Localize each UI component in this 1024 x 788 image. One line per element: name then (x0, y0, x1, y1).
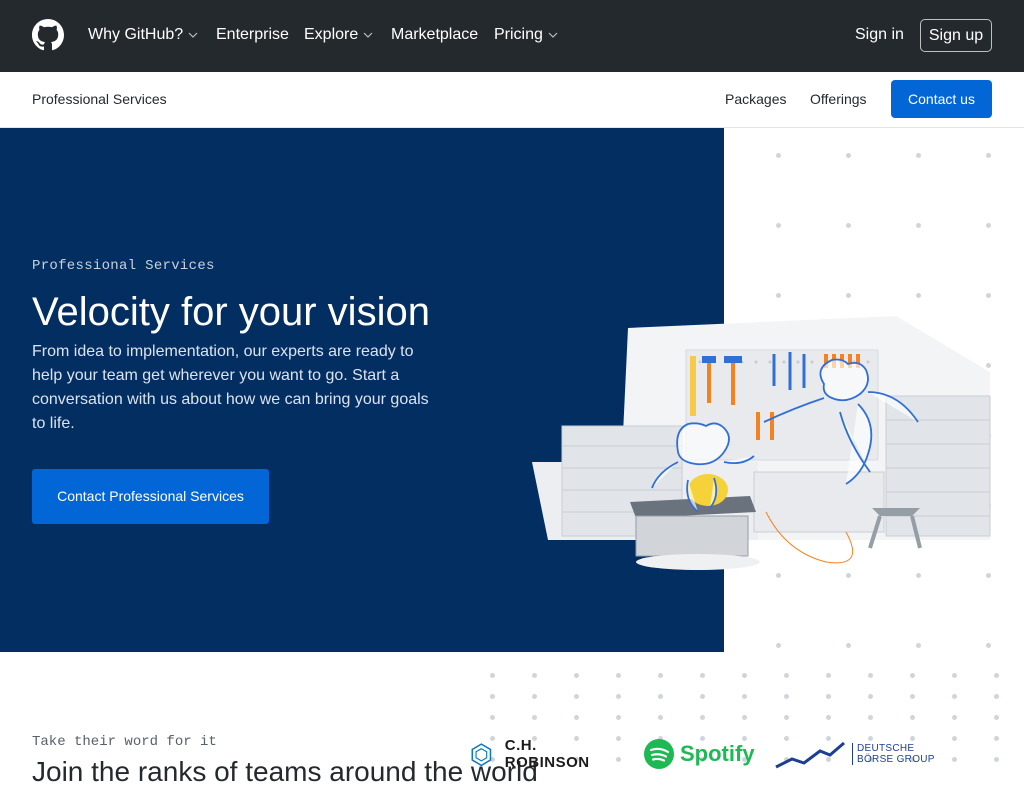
pattern-dot (826, 673, 831, 678)
pattern-dot (994, 673, 999, 678)
pattern-dot (846, 643, 851, 648)
pattern-dot (784, 673, 789, 678)
pattern-dot (952, 673, 957, 678)
nav-why-github[interactable]: Why GitHub? (88, 25, 199, 45)
hero-title: Velocity for your vision (32, 290, 430, 334)
pattern-dot (532, 694, 537, 699)
pattern-dot (490, 694, 495, 699)
pattern-dot (658, 694, 663, 699)
deutsche-borse-logo: DEUTSCHE BÖRSE GROUP (774, 738, 948, 770)
pattern-dot (574, 715, 579, 720)
contact-professional-services-button[interactable]: Contact Professional Services (32, 469, 269, 524)
pattern-dot (574, 673, 579, 678)
nav-explore[interactable]: Explore (304, 25, 374, 45)
pattern-dot (700, 715, 705, 720)
workshop-illustration (532, 316, 991, 570)
pattern-dot (994, 736, 999, 741)
ch-robinson-name: C.H. ROBINSON (504, 737, 590, 771)
pattern-dot (826, 694, 831, 699)
pattern-dot (532, 673, 537, 678)
pattern-dot (776, 293, 781, 298)
pattern-dot (986, 153, 991, 158)
deutsche-borse-mark-icon (775, 741, 845, 769)
hero-eyebrow: Professional Services (32, 258, 215, 274)
pattern-dot (952, 757, 957, 762)
pattern-dot (952, 694, 957, 699)
pattern-dot (784, 715, 789, 720)
subnav-offerings-link[interactable]: Offerings (810, 91, 867, 107)
nav-why-github-label: Why GitHub? (88, 26, 184, 43)
pattern-dot (616, 715, 621, 720)
nav-explore-label: Explore (304, 26, 359, 43)
pattern-dot (910, 673, 915, 678)
pattern-dot (846, 153, 851, 158)
hero-description: From idea to implementation, our experts… (32, 343, 429, 432)
pattern-dot (994, 757, 999, 762)
pattern-dot (986, 643, 991, 648)
pattern-dot (490, 715, 495, 720)
pattern-dot (776, 223, 781, 228)
pattern-dot (952, 736, 957, 741)
pattern-dot (868, 715, 873, 720)
pattern-dot (784, 694, 789, 699)
nav-marketplace[interactable]: Marketplace (391, 25, 478, 45)
pattern-dot (994, 715, 999, 720)
nav-pricing-label: Pricing (494, 26, 543, 43)
pattern-dot (658, 715, 663, 720)
pattern-dot (868, 673, 873, 678)
nav-enterprise-label: Enterprise (216, 26, 289, 43)
pattern-dot (846, 293, 851, 298)
pattern-dot (868, 694, 873, 699)
testimonials-eyebrow: Take their word for it (32, 734, 217, 750)
deutsche-borse-name: DEUTSCHE BÖRSE GROUP (857, 743, 935, 765)
pattern-dot (616, 736, 621, 741)
chevron-down-icon (548, 32, 558, 38)
spotify-mark-icon (644, 739, 674, 769)
pattern-dot (916, 153, 921, 158)
sub-navigation: Professional Services Packages Offerings… (0, 72, 1024, 128)
pattern-dot (616, 694, 621, 699)
pattern-dot (910, 694, 915, 699)
pattern-dot (742, 673, 747, 678)
subnav-packages-link[interactable]: Packages (725, 91, 786, 107)
sign-up-button[interactable]: Sign up (920, 19, 992, 52)
pattern-dot (616, 757, 621, 762)
pattern-dot (916, 643, 921, 648)
pattern-dot (986, 223, 991, 228)
spotify-logo: Spotify (644, 738, 755, 770)
pattern-dot (776, 153, 781, 158)
pattern-dot (910, 715, 915, 720)
pattern-dot (658, 673, 663, 678)
pattern-dot (700, 673, 705, 678)
nav-enterprise[interactable]: Enterprise (216, 25, 289, 45)
chevron-down-icon (188, 32, 198, 38)
spotify-name: Spotify (680, 741, 755, 766)
sign-in-link[interactable]: Sign in (855, 25, 904, 45)
github-logo-icon[interactable] (32, 19, 64, 51)
pattern-dot (490, 673, 495, 678)
pattern-dot (616, 673, 621, 678)
chevron-down-icon (363, 32, 373, 38)
pattern-dot (846, 223, 851, 228)
pattern-dot (574, 694, 579, 699)
testimonials-heading: Join the ranks of teams around the world (32, 756, 538, 787)
pattern-dot (742, 715, 747, 720)
contact-us-button[interactable]: Contact us (891, 80, 992, 118)
pattern-dot (986, 293, 991, 298)
ch-robinson-logo: C.H. ROBINSON (470, 737, 597, 771)
pattern-dot (994, 694, 999, 699)
ch-robinson-mark-icon (471, 743, 492, 767)
nav-pricing[interactable]: Pricing (494, 25, 559, 45)
pattern-dot (826, 715, 831, 720)
subnav-title[interactable]: Professional Services (32, 91, 167, 107)
pattern-dot (742, 694, 747, 699)
top-navigation: Why GitHub? Enterprise Explore Marketpla… (0, 0, 1024, 72)
pattern-dot (776, 643, 781, 648)
pattern-dot (952, 715, 957, 720)
pattern-dot (700, 694, 705, 699)
pattern-dot (916, 223, 921, 228)
nav-marketplace-label: Marketplace (391, 26, 479, 43)
pattern-dot (916, 293, 921, 298)
pattern-dot (532, 715, 537, 720)
